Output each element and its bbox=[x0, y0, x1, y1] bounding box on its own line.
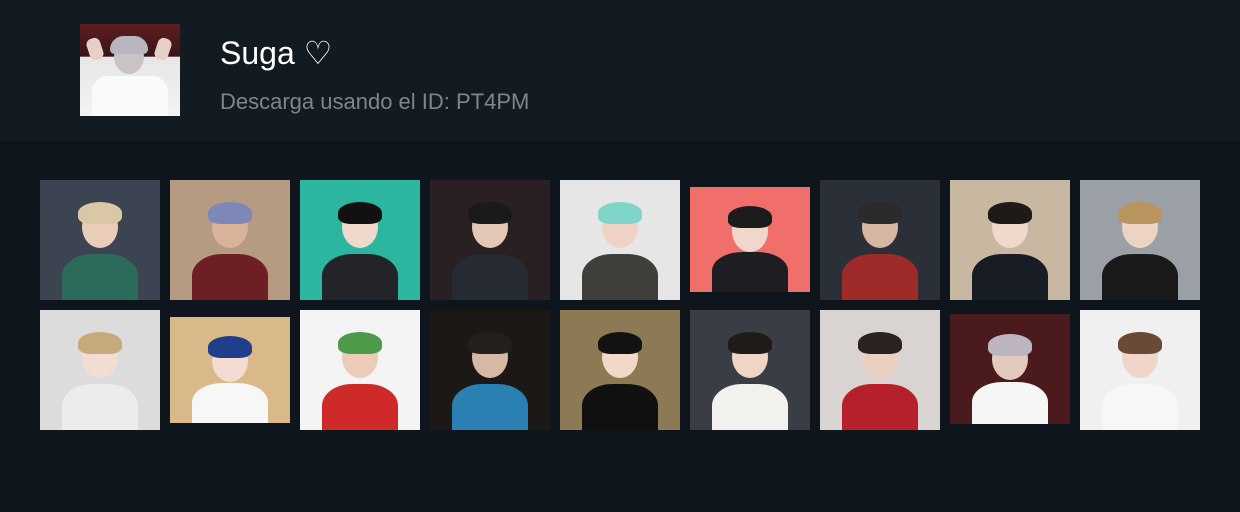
sticker-figure-hair bbox=[208, 336, 252, 358]
sticker-figure-hair bbox=[988, 202, 1032, 224]
sticker-figure-body bbox=[192, 254, 268, 300]
sticker-item[interactable] bbox=[950, 180, 1070, 300]
sticker-figure-body bbox=[62, 384, 138, 430]
sticker-figure-hair bbox=[858, 202, 902, 224]
sticker-close-up-icon bbox=[560, 310, 680, 430]
sticker-figure-hair bbox=[728, 206, 772, 228]
sticker-item[interactable] bbox=[40, 180, 160, 300]
sticker-item[interactable] bbox=[170, 310, 290, 430]
sticker-figure-body bbox=[712, 384, 788, 430]
sticker-item[interactable] bbox=[1080, 310, 1200, 430]
sticker-item[interactable] bbox=[430, 310, 550, 430]
sticker-item[interactable] bbox=[560, 310, 680, 430]
sticker-figure-body bbox=[972, 254, 1048, 300]
sticker-plaid-shirt-icon bbox=[820, 310, 940, 430]
sticker-figure-body bbox=[582, 384, 658, 430]
sticker-glasses-icon bbox=[950, 180, 1070, 300]
sticker-figure-hair bbox=[208, 202, 252, 224]
sticker-figure-hair bbox=[598, 332, 642, 354]
sticker-black-jacket-icon bbox=[430, 180, 550, 300]
sticker-figure-body bbox=[192, 383, 268, 423]
sticker-grid bbox=[40, 180, 1200, 430]
sticker-pack-cover-icon bbox=[80, 24, 180, 116]
sticker-figure-hair bbox=[468, 202, 512, 224]
sticker-blond-black-icon bbox=[1080, 180, 1200, 300]
sticker-item[interactable] bbox=[300, 310, 420, 430]
sticker-pack-header: Suga ♡ Descarga usando el ID: PT4PM bbox=[0, 0, 1240, 141]
sticker-item[interactable] bbox=[170, 180, 290, 300]
sticker-figure-body bbox=[322, 384, 398, 430]
sticker-figure-hair bbox=[728, 332, 772, 354]
sticker-figure-hair bbox=[1118, 202, 1162, 224]
sticker-figure-hair bbox=[988, 334, 1032, 356]
sticker-birthday-cake-icon bbox=[430, 310, 550, 430]
sticker-item[interactable] bbox=[560, 180, 680, 300]
sticker-hands-face-icon bbox=[690, 187, 810, 292]
sticker-white-shirt-wave-icon bbox=[40, 310, 160, 430]
sticker-apron-pose-icon bbox=[40, 180, 160, 300]
sticker-figure-hair bbox=[598, 202, 642, 224]
sticker-hands-up-icon bbox=[950, 314, 1070, 424]
sticker-figure-hair bbox=[1118, 332, 1162, 354]
sticker-item[interactable] bbox=[1080, 180, 1200, 300]
sticker-item[interactable] bbox=[40, 310, 160, 430]
sticker-figure-body bbox=[1102, 384, 1178, 430]
sticker-figure-body bbox=[712, 252, 788, 292]
sticker-figure-hair bbox=[78, 202, 122, 224]
sticker-desert-dance-icon bbox=[170, 180, 290, 300]
pack-download-id: Descarga usando el ID: PT4PM bbox=[220, 89, 530, 114]
cover-hand-left bbox=[84, 36, 106, 62]
cover-hair bbox=[110, 36, 148, 54]
sticker-school-uniform-icon bbox=[300, 180, 420, 300]
sticker-white-shirt-icon bbox=[690, 310, 810, 430]
sticker-blue-hair-icon bbox=[170, 317, 290, 423]
sticker-figure-body bbox=[1102, 254, 1178, 300]
sticker-suspenders-icon bbox=[1080, 310, 1200, 430]
sticker-figure-body bbox=[842, 254, 918, 300]
sticker-item[interactable] bbox=[820, 180, 940, 300]
sticker-beanie-mint-icon bbox=[560, 180, 680, 300]
sticker-figure-hair bbox=[338, 202, 382, 224]
sticker-street-dance-icon bbox=[820, 180, 940, 300]
sticker-figure-hair bbox=[338, 332, 382, 354]
cover-body bbox=[92, 76, 168, 116]
sticker-figure-body bbox=[842, 384, 918, 430]
pack-title: Suga ♡ bbox=[220, 35, 333, 71]
sticker-figure-hair bbox=[468, 332, 512, 354]
sticker-red-dance-icon bbox=[300, 310, 420, 430]
sticker-figure-body bbox=[322, 254, 398, 300]
sticker-figure-body bbox=[972, 382, 1048, 424]
cover-hand-right bbox=[152, 36, 174, 62]
sticker-figure-body bbox=[452, 384, 528, 430]
sticker-figure-body bbox=[452, 254, 528, 300]
sticker-item[interactable] bbox=[690, 310, 810, 430]
sticker-figure-hair bbox=[858, 332, 902, 354]
sticker-item[interactable] bbox=[950, 310, 1070, 430]
sticker-item[interactable] bbox=[820, 310, 940, 430]
sticker-figure-hair bbox=[78, 332, 122, 354]
sticker-item[interactable] bbox=[690, 180, 810, 300]
sticker-item[interactable] bbox=[430, 180, 550, 300]
sticker-figure-body bbox=[62, 254, 138, 300]
sticker-figure-body bbox=[582, 254, 658, 300]
sticker-item[interactable] bbox=[300, 180, 420, 300]
